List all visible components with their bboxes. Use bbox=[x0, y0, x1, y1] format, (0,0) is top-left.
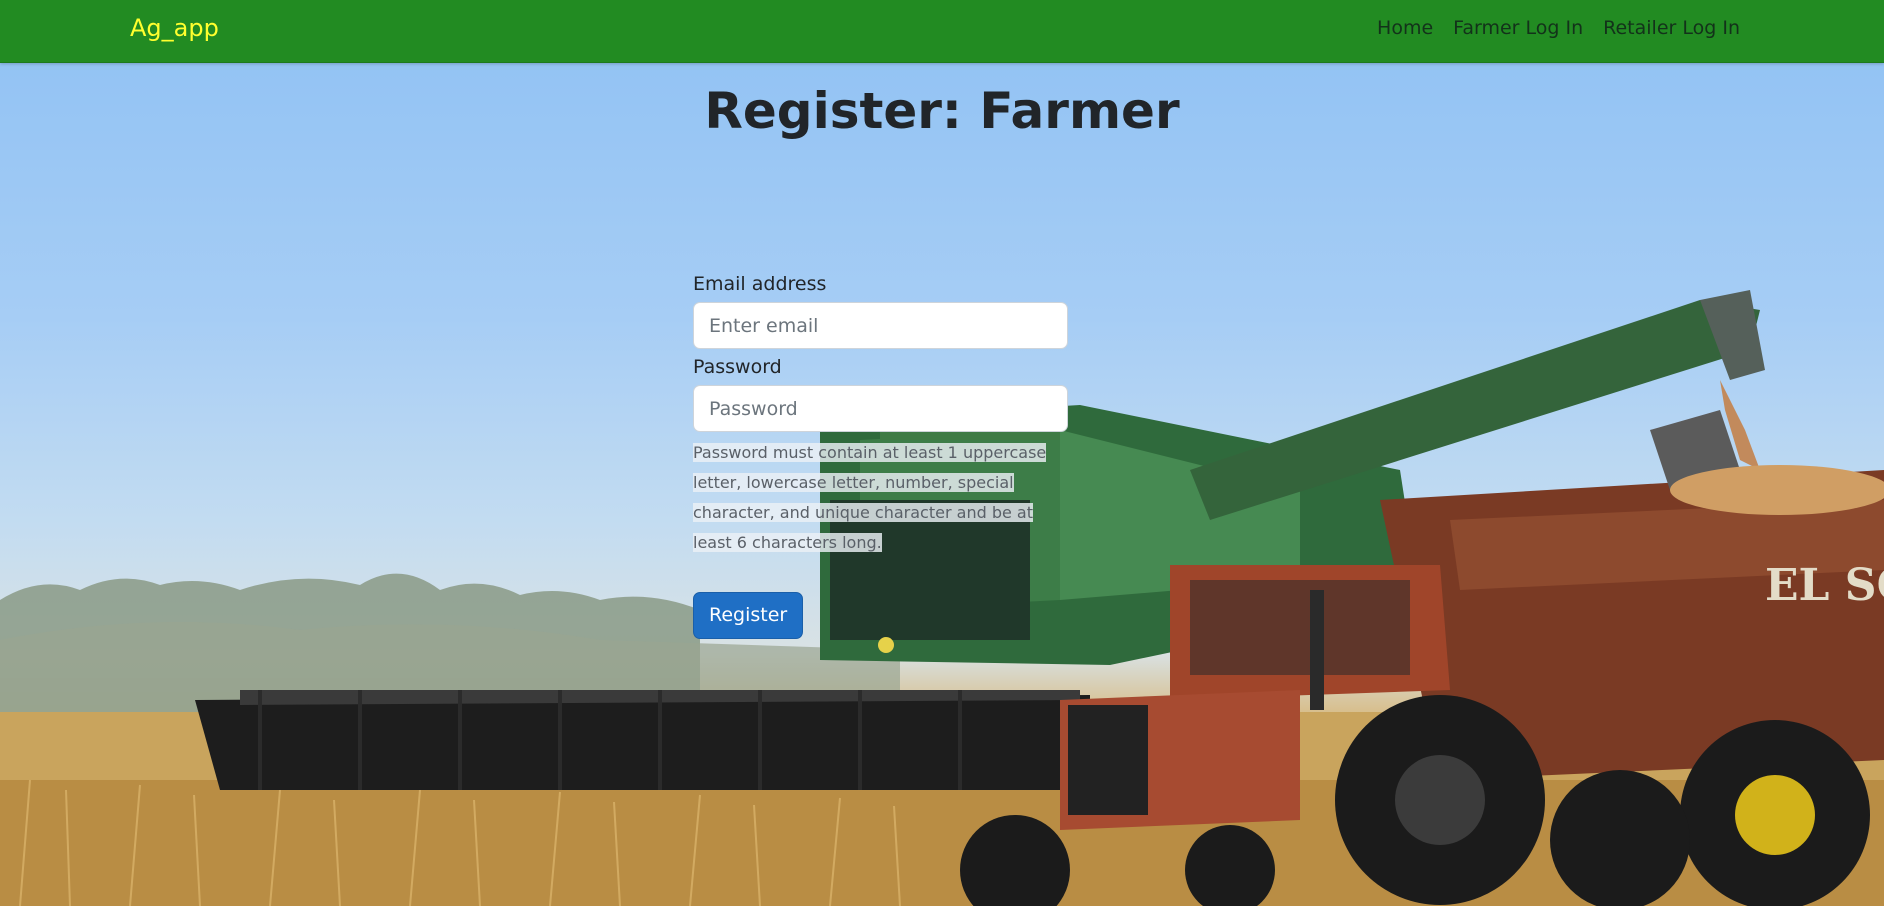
register-form: Email address Password Password must con… bbox=[693, 272, 1068, 639]
email-label: Email address bbox=[693, 273, 827, 295]
register-button[interactable]: Register bbox=[693, 592, 804, 639]
top-navbar: Ag_app Home Farmer Log In Retailer Log I… bbox=[0, 0, 1884, 63]
password-help-text-content: Password must contain at least 1 upperca… bbox=[693, 443, 1047, 552]
page-title: Register: Farmer bbox=[704, 82, 1180, 140]
password-input[interactable] bbox=[693, 385, 1068, 432]
nav-link-farmer-login[interactable]: Farmer Log In bbox=[1453, 17, 1583, 39]
nav-link-retailer-login[interactable]: Retailer Log In bbox=[1603, 17, 1740, 39]
nav-links: Home Farmer Log In Retailer Log In bbox=[1377, 17, 1740, 39]
password-label: Password bbox=[693, 356, 782, 378]
email-input[interactable] bbox=[693, 302, 1068, 349]
page: EL SOL Ag_app Home Farmer Log In Retaile… bbox=[0, 0, 1884, 906]
grain-cart-sign: EL SOL bbox=[1765, 560, 1884, 611]
brand-link[interactable]: Ag_app bbox=[130, 14, 219, 42]
password-help-text: Password must contain at least 1 upperca… bbox=[693, 438, 1058, 558]
nav-link-home[interactable]: Home bbox=[1377, 17, 1433, 39]
